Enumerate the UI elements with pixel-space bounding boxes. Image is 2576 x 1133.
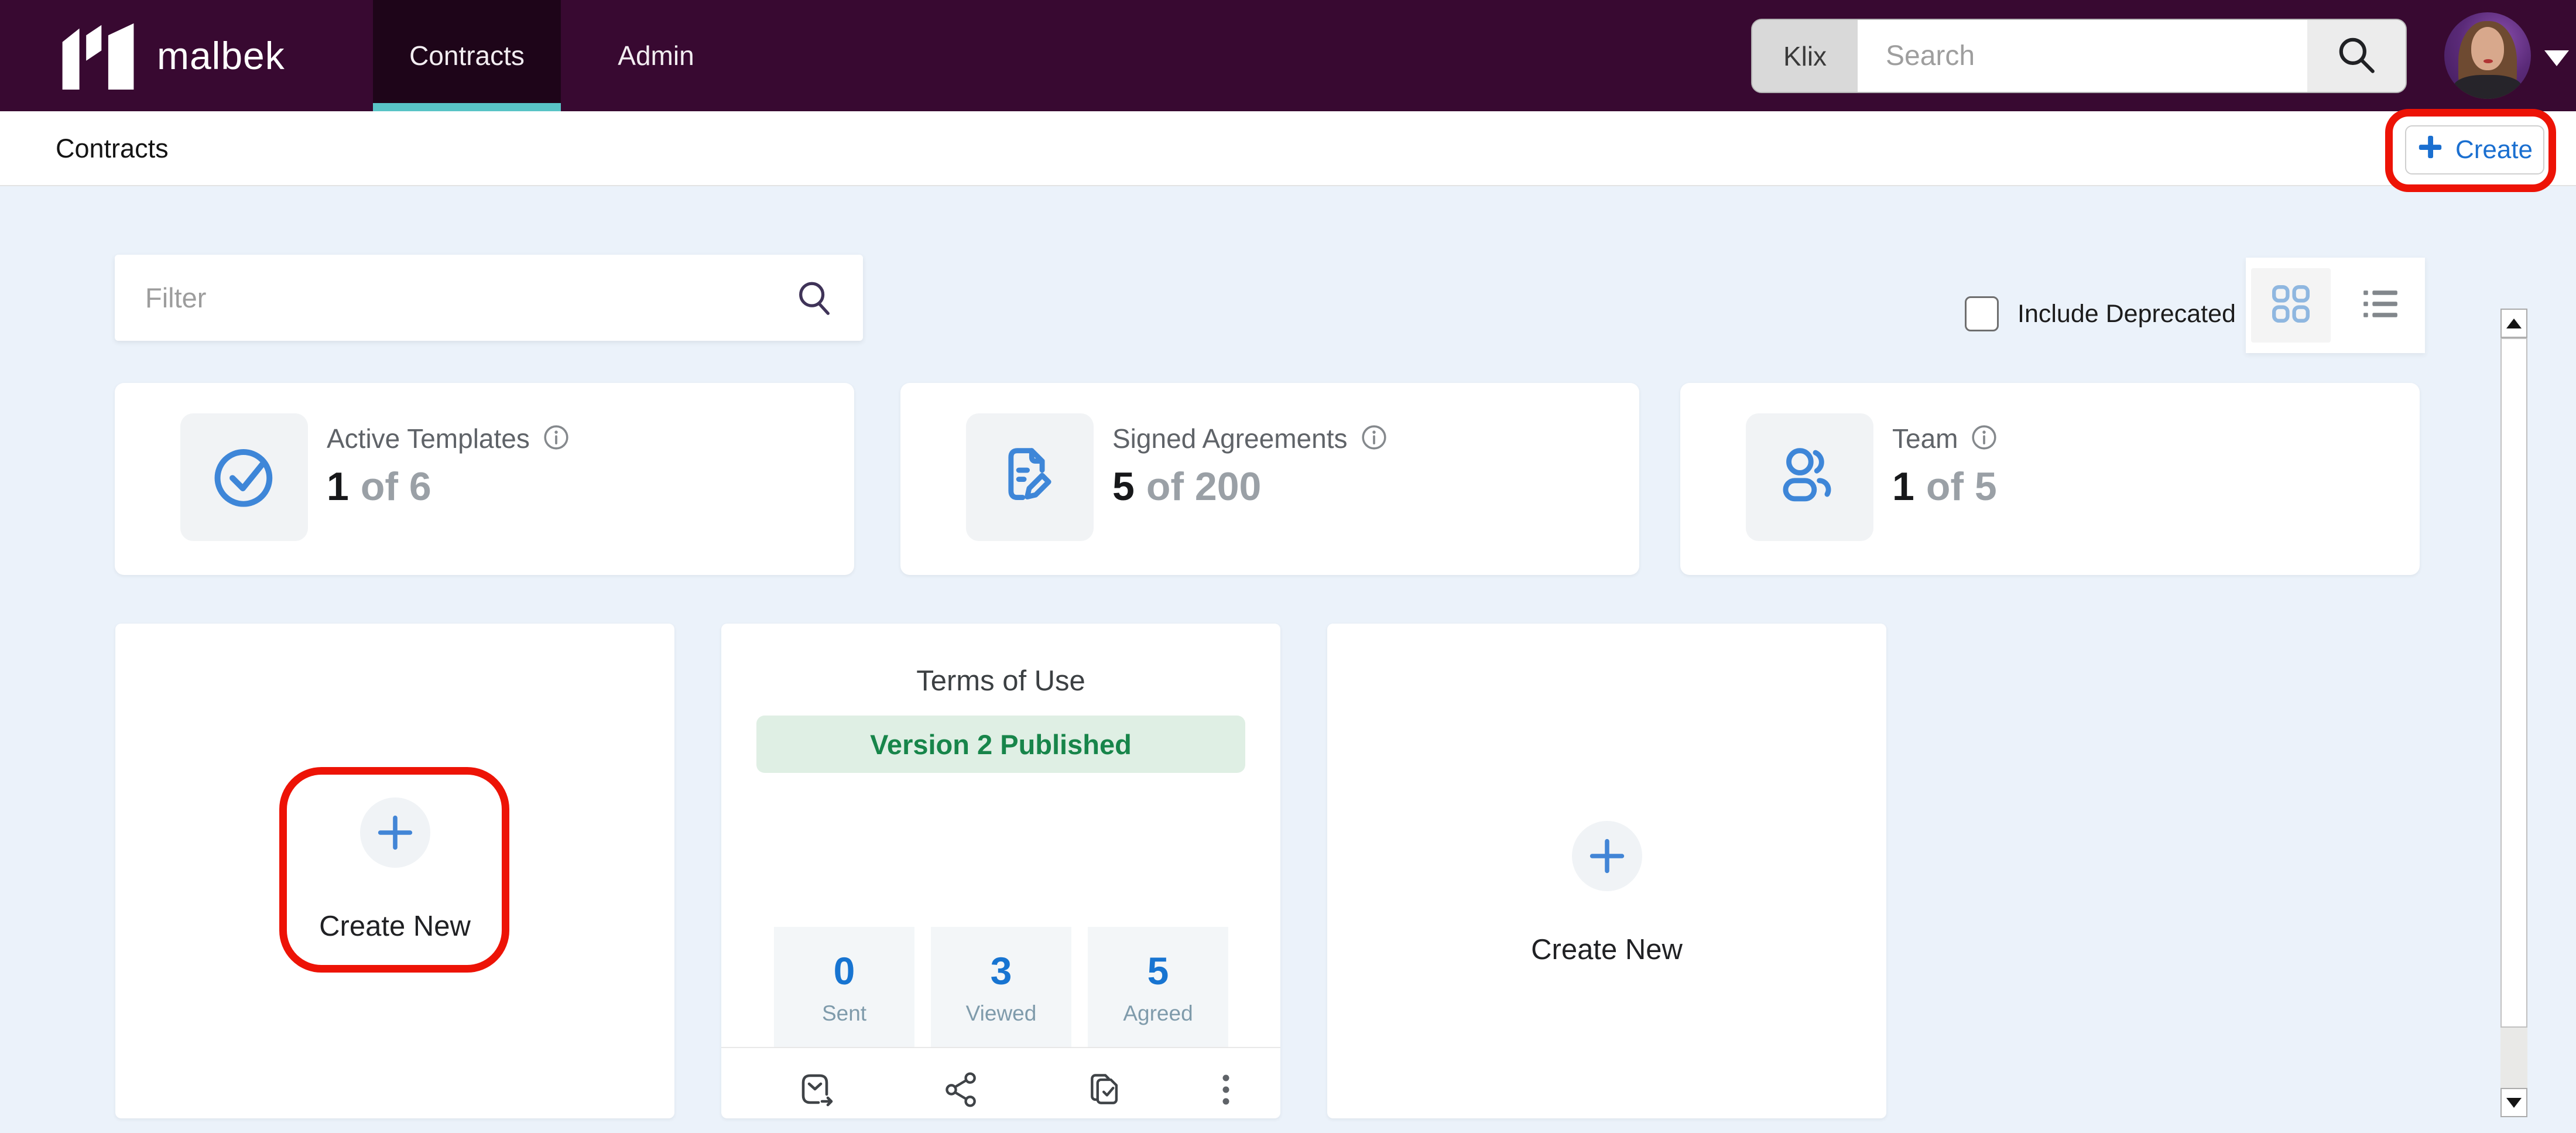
brand: malbek <box>56 0 285 111</box>
stat-tile <box>966 413 1094 541</box>
scroll-down-button[interactable] <box>2500 1088 2527 1117</box>
stat-title: Signed Agreements <box>1112 423 1348 454</box>
malbek-logo-icon <box>56 18 141 94</box>
tab-admin[interactable]: Admin <box>561 0 751 111</box>
send-email-icon[interactable] <box>796 1067 838 1113</box>
stat-tile <box>1746 413 1873 541</box>
share-icon[interactable] <box>940 1067 982 1113</box>
stat-suffix: of 5 <box>1926 464 1997 509</box>
create-button[interactable]: Create <box>2405 125 2544 174</box>
stat-viewed-value: 3 <box>990 949 1012 992</box>
create-new-card[interactable]: Create New <box>115 624 674 1118</box>
stat-agreed-value: 5 <box>1147 949 1169 992</box>
info-icon[interactable] <box>1971 424 1998 454</box>
signed-agreement-icon <box>994 440 1066 515</box>
tab-admin-label: Admin <box>618 40 694 71</box>
grid-view-icon <box>2267 280 2314 330</box>
brand-name: malbek <box>157 34 285 77</box>
chevron-down-icon[interactable] <box>2544 50 2569 66</box>
stat-card-active-templates: Active Templates 1 of 6 <box>115 383 854 575</box>
stat-value: 5 <box>1112 464 1135 509</box>
stat-agreed: 5 Agreed <box>1088 927 1228 1047</box>
grid-view-button[interactable] <box>2250 268 2331 343</box>
info-icon[interactable] <box>543 424 570 454</box>
status-badge: Version 2 Published <box>756 716 1245 773</box>
include-deprecated-checkbox[interactable] <box>1965 296 1999 331</box>
plus-icon <box>2417 134 2444 167</box>
view-toggle <box>2246 258 2425 353</box>
triangle-down-icon <box>2506 1097 2522 1108</box>
avatar[interactable] <box>2444 12 2531 99</box>
create-new-card[interactable]: Create New <box>1327 624 1886 1118</box>
breadcrumb-bar: Contracts Create <box>0 111 2576 186</box>
include-deprecated-label: Include Deprecated <box>2017 299 2236 328</box>
search-button[interactable] <box>2307 20 2406 92</box>
top-nav: malbek Contracts Admin Klix <box>0 0 2576 111</box>
search-scope-badge: Klix <box>1752 20 1858 92</box>
create-new-label: Create New <box>319 910 471 942</box>
triangle-up-icon <box>2506 318 2522 328</box>
global-search: Klix <box>1751 19 2407 93</box>
filter-search-icon[interactable] <box>794 278 835 319</box>
search-input[interactable] <box>1858 20 2307 92</box>
create-new-action[interactable]: Create New <box>1327 821 1886 966</box>
stat-value: 1 <box>1892 464 1914 509</box>
stat-value: 1 <box>327 464 349 509</box>
copy-icon[interactable] <box>1084 1067 1126 1113</box>
stat-sent-label: Sent <box>821 1001 867 1025</box>
create-new-action[interactable]: Create New <box>115 797 674 943</box>
plus-circle <box>1571 821 1642 891</box>
tab-contracts-label: Contracts <box>409 40 525 71</box>
template-title: Terms of Use <box>916 665 1085 697</box>
list-view-button[interactable] <box>2341 268 2420 343</box>
team-icon <box>1774 440 1845 515</box>
stat-title: Active Templates <box>327 423 530 454</box>
create-new-label: Create New <box>1531 934 1683 966</box>
template-card-terms-of-use[interactable]: Terms of Use Version 2 Published 0 Sent … <box>721 624 1280 1118</box>
list-view-icon <box>2358 282 2403 329</box>
tab-contracts[interactable]: Contracts <box>373 0 561 111</box>
info-icon[interactable] <box>1361 424 1388 454</box>
scrollbar-thumb[interactable] <box>2500 338 2527 1028</box>
filter-bar <box>115 255 863 341</box>
stat-card-team: Team 1 of 5 <box>1680 383 2420 575</box>
stat-sent-value: 0 <box>833 949 855 992</box>
plus-icon <box>378 815 412 850</box>
more-options-icon[interactable] <box>1205 1067 1247 1113</box>
stat-viewed-label: Viewed <box>965 1001 1037 1025</box>
stat-card-signed-agreements: Signed Agreements 5 of 200 <box>900 383 1639 575</box>
stat-title: Team <box>1892 423 1958 454</box>
plus-circle <box>359 797 430 868</box>
stat-viewed: 3 Viewed <box>931 927 1071 1047</box>
active-tab-underline <box>373 103 561 111</box>
card-actions <box>721 1047 1280 1118</box>
stat-suffix: of 200 <box>1146 464 1262 509</box>
stat-sent: 0 Sent <box>774 927 914 1047</box>
stat-tile <box>180 413 308 541</box>
filter-input[interactable] <box>115 255 794 341</box>
create-button-label: Create <box>2455 135 2533 164</box>
plus-icon <box>1590 838 1624 874</box>
stat-suffix: of 6 <box>360 464 431 509</box>
scroll-up-button[interactable] <box>2500 309 2527 338</box>
search-icon <box>2335 33 2378 78</box>
check-circle-icon <box>208 440 280 515</box>
breadcrumb: Contracts <box>56 134 169 163</box>
stat-agreed-label: Agreed <box>1123 1001 1193 1025</box>
